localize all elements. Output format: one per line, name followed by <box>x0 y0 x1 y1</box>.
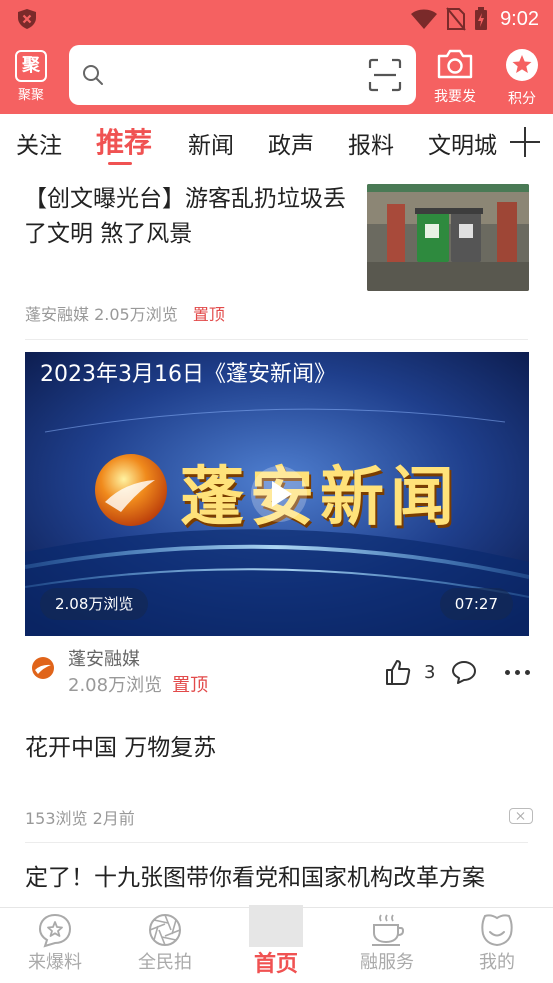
scan-icon[interactable] <box>368 58 402 92</box>
nav-label: 我的 <box>479 952 515 973</box>
article-meta: 153浏览 2月前 <box>25 809 135 828</box>
status-bar: 9:02 <box>0 0 553 38</box>
active-tab-indicator <box>108 162 132 165</box>
app-header: 聚 聚聚 我要发 积分 <box>0 38 553 114</box>
tab-report[interactable]: 报料 <box>348 126 394 160</box>
points-label: 积分 <box>508 91 536 107</box>
category-tabs: 关注 推荐 新闻 政声 报料 文明城 <box>0 114 553 170</box>
article-meta: 蓬安融媒 2.05万浏览 置顶 <box>25 301 225 325</box>
article-source: 蓬安融媒 <box>25 305 90 324</box>
video-brand-text: 蓬安新闻 <box>180 461 460 535</box>
search-input[interactable] <box>69 45 416 105</box>
tab-news[interactable]: 新闻 <box>188 126 234 160</box>
video-title: 2023年3月16日《蓬安新闻》 <box>40 362 336 387</box>
article-title: 【创文曝光台】游客乱扔垃圾丢了文明 煞了风景 <box>24 186 346 247</box>
camera-icon <box>437 49 473 79</box>
nav-home[interactable]: 首页 <box>221 905 331 983</box>
plus-icon[interactable] <box>505 122 545 162</box>
points-button[interactable]: 积分 <box>500 48 544 108</box>
pinned-badge: 置顶 <box>192 305 225 324</box>
nav-profile[interactable]: 我的 <box>442 908 552 983</box>
video-views-badge: 2.08万浏览 <box>40 588 149 620</box>
shield-alert-icon <box>18 9 36 29</box>
post-camera-button[interactable]: 我要发 <box>428 48 482 106</box>
post-camera-label: 我要发 <box>434 89 476 105</box>
battery-charging-icon <box>475 7 488 30</box>
tab-follow[interactable]: 关注 <box>16 126 62 160</box>
divider <box>25 842 528 843</box>
play-icon[interactable] <box>251 466 307 522</box>
list-item[interactable]: 【创文曝光台】游客乱扔垃圾丢了文明 煞了风景 蓬安融媒 2.05万浏览 置顶 <box>0 170 553 340</box>
aperture-icon <box>149 914 181 946</box>
nav-citizen-photo[interactable]: 全民拍 <box>110 908 220 983</box>
nav-label: 融服务 <box>360 952 414 973</box>
article-views: 2.05万浏览 <box>94 305 178 324</box>
bottom-nav: 来爆料 全民拍 首页 融服务 我的 <box>0 905 553 983</box>
video-duration-badge: 07:27 <box>439 588 513 620</box>
tab-recommended[interactable]: 推荐 <box>96 121 152 161</box>
dismiss-icon[interactable] <box>509 808 533 824</box>
star-chat-icon <box>38 913 72 948</box>
nav-label: 全民拍 <box>138 952 192 973</box>
video-meta-row: 蓬安融媒 2.08万浏览 置顶 3 <box>0 640 553 700</box>
more-options-icon[interactable] <box>505 670 533 676</box>
divider <box>25 339 528 340</box>
article-thumbnail <box>367 184 529 291</box>
smile-icon <box>481 914 513 947</box>
tab-politics[interactable]: 政声 <box>268 126 314 160</box>
logo-button[interactable]: 聚 聚聚 <box>10 50 52 103</box>
status-time: 9:02 <box>500 7 539 30</box>
thumbs-up-icon[interactable] <box>384 658 412 686</box>
tab-civilized-city[interactable]: 文明城 <box>428 126 497 160</box>
article-title[interactable]: 定了！十九张图带你看党和国家机构改革方案 <box>25 858 485 892</box>
nav-label: 首页 <box>253 952 298 977</box>
video-meta: 2.08万浏览 置顶 <box>68 671 208 697</box>
nav-report-tip[interactable]: 来爆料 <box>0 908 110 983</box>
star-badge-icon <box>506 49 538 81</box>
status-icons: 9:02 <box>410 6 539 32</box>
like-count: 3 <box>424 662 436 683</box>
logo-label: 聚聚 <box>17 88 44 103</box>
nav-label: 来爆料 <box>28 952 82 973</box>
comment-icon[interactable] <box>450 658 478 686</box>
logo-icon: 聚 <box>15 50 47 82</box>
article-title[interactable]: 花开中国 万物复苏 <box>25 728 216 762</box>
video-source[interactable]: 蓬安融媒 <box>68 645 140 671</box>
no-sim-icon <box>446 7 466 31</box>
nav-services[interactable]: 融服务 <box>332 908 442 983</box>
video-player[interactable]: 2023年3月16日《蓬安新闻》 蓬安新闻 2.08万浏览 07:27 <box>25 352 529 636</box>
wifi-icon <box>411 9 438 29</box>
home-icon <box>249 905 303 947</box>
cup-icon <box>372 914 405 946</box>
app-root: 9:02 聚 聚聚 我要发 积分 关注 推荐 新闻 政声 报料 文明城 【创文曝… <box>0 0 553 983</box>
pinned-badge: 置顶 <box>172 675 209 696</box>
search-icon <box>83 65 103 85</box>
source-avatar[interactable] <box>31 656 55 680</box>
video-views: 2.08万浏览 <box>68 675 163 696</box>
